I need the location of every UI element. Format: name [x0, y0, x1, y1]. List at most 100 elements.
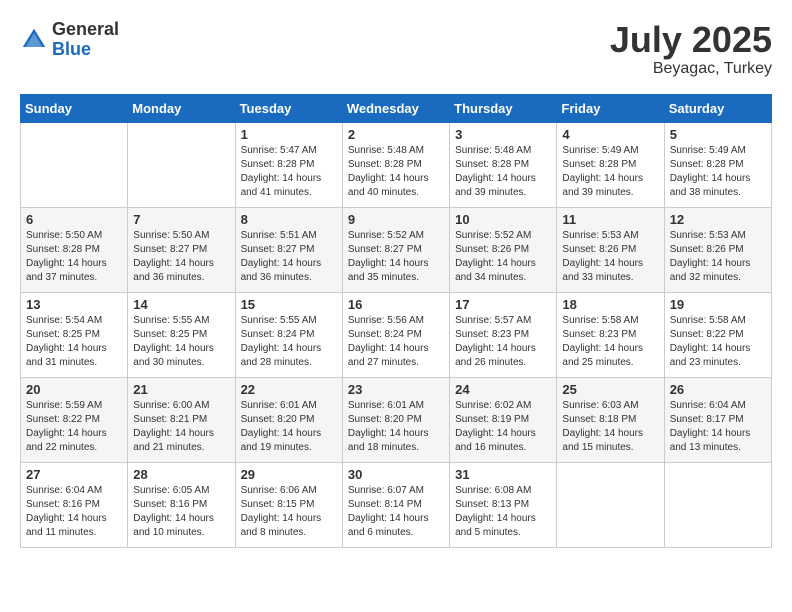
day-info: Sunrise: 6:04 AM Sunset: 8:17 PM Dayligh… — [670, 399, 766, 455]
weekday-header: Saturday — [664, 94, 771, 122]
weekday-header: Thursday — [450, 94, 557, 122]
day-number: 16 — [348, 297, 444, 312]
calendar-cell: 13 Sunrise: 5:54 AM Sunset: 8:25 PM Dayli… — [21, 292, 128, 377]
calendar-cell: 16Sunrise: 5:56 AM Sunset: 8:24 PM Dayli… — [342, 292, 449, 377]
day-number: 25 — [562, 382, 658, 397]
calendar-cell: 10 Sunrise: 5:52 AM Sunset: 8:26 PM Dayli… — [450, 207, 557, 292]
logo: General Blue — [20, 20, 119, 60]
weekday-header: Friday — [557, 94, 664, 122]
month-title: July 2025 — [610, 20, 772, 60]
calendar-cell: 7Sunrise: 5:50 AM Sunset: 8:27 PM Daylig… — [128, 207, 235, 292]
weekday-header: Tuesday — [235, 94, 342, 122]
day-info: Sunrise: 6:05 AM Sunset: 8:16 PM Dayligh… — [133, 484, 229, 540]
day-info: Sunrise: 5:49 AM Sunset: 8:28 PM Dayligh… — [670, 144, 766, 200]
calendar-cell: 5 Sunrise: 5:49 AM Sunset: 8:28 PM Daylig… — [664, 122, 771, 207]
page-header: General Blue July 2025 Beyagac, Turkey — [20, 20, 772, 78]
calendar-table: SundayMondayTuesdayWednesdayThursdayFrid… — [20, 94, 772, 548]
day-info: Sunrise: 6:02 AM Sunset: 8:19 PM Dayligh… — [455, 399, 551, 455]
day-number: 3 — [455, 127, 551, 142]
day-number: 21 — [133, 382, 229, 397]
day-info: Sunrise: 5:52 AM Sunset: 8:26 PM Dayligh… — [455, 229, 551, 285]
logo-blue: Blue — [52, 40, 119, 60]
calendar-cell: 9Sunrise: 5:52 AM Sunset: 8:27 PM Daylig… — [342, 207, 449, 292]
day-info: Sunrise: 5:53 AM Sunset: 8:26 PM Dayligh… — [562, 229, 658, 285]
calendar-cell: 12 Sunrise: 5:53 AM Sunset: 8:26 PM Dayli… — [664, 207, 771, 292]
calendar-cell: 1 Sunrise: 5:47 AM Sunset: 8:28 PM Daylig… — [235, 122, 342, 207]
calendar-week-row: 1 Sunrise: 5:47 AM Sunset: 8:28 PM Daylig… — [21, 122, 772, 207]
day-number: 4 — [562, 127, 658, 142]
day-info: Sunrise: 5:51 AM Sunset: 8:27 PM Dayligh… — [241, 229, 337, 285]
calendar-cell: 2 Sunrise: 5:48 AM Sunset: 8:28 PM Daylig… — [342, 122, 449, 207]
weekday-header: Wednesday — [342, 94, 449, 122]
day-info: Sunrise: 5:52 AM Sunset: 8:27 PM Dayligh… — [348, 229, 444, 285]
calendar-week-row: 20 Sunrise: 5:59 AM Sunset: 8:22 PM Dayli… — [21, 377, 772, 462]
day-number: 14 — [133, 297, 229, 312]
day-number: 27 — [26, 467, 122, 482]
calendar-cell: 14Sunrise: 5:55 AM Sunset: 8:25 PM Dayli… — [128, 292, 235, 377]
day-number: 18 — [562, 297, 658, 312]
day-number: 10 — [455, 212, 551, 227]
calendar-cell: 18 Sunrise: 5:58 AM Sunset: 8:23 PM Dayli… — [557, 292, 664, 377]
day-info: Sunrise: 5:48 AM Sunset: 8:28 PM Dayligh… — [455, 144, 551, 200]
day-number: 8 — [241, 212, 337, 227]
day-info: Sunrise: 6:04 AM Sunset: 8:16 PM Dayligh… — [26, 484, 122, 540]
calendar-week-row: 13 Sunrise: 5:54 AM Sunset: 8:25 PM Dayli… — [21, 292, 772, 377]
day-number: 23 — [348, 382, 444, 397]
day-info: Sunrise: 6:01 AM Sunset: 8:20 PM Dayligh… — [348, 399, 444, 455]
day-number: 12 — [670, 212, 766, 227]
day-number: 1 — [241, 127, 337, 142]
day-info: Sunrise: 5:57 AM Sunset: 8:23 PM Dayligh… — [455, 314, 551, 370]
day-info: Sunrise: 5:48 AM Sunset: 8:28 PM Dayligh… — [348, 144, 444, 200]
logo-general: General — [52, 20, 119, 40]
calendar-cell: 29 Sunrise: 6:06 AM Sunset: 8:15 PM Dayli… — [235, 462, 342, 547]
calendar-cell: 24 Sunrise: 6:02 AM Sunset: 8:19 PM Dayli… — [450, 377, 557, 462]
calendar-cell: 19Sunrise: 5:58 AM Sunset: 8:22 PM Dayli… — [664, 292, 771, 377]
calendar-cell — [128, 122, 235, 207]
title-block: July 2025 Beyagac, Turkey — [610, 20, 772, 78]
day-number: 17 — [455, 297, 551, 312]
day-number: 31 — [455, 467, 551, 482]
day-info: Sunrise: 5:58 AM Sunset: 8:22 PM Dayligh… — [670, 314, 766, 370]
calendar-cell: 17 Sunrise: 5:57 AM Sunset: 8:23 PM Dayli… — [450, 292, 557, 377]
day-number: 5 — [670, 127, 766, 142]
calendar-cell: 31 Sunrise: 6:08 AM Sunset: 8:13 PM Dayli… — [450, 462, 557, 547]
calendar-cell — [557, 462, 664, 547]
day-number: 29 — [241, 467, 337, 482]
day-info: Sunrise: 5:59 AM Sunset: 8:22 PM Dayligh… — [26, 399, 122, 455]
day-info: Sunrise: 6:08 AM Sunset: 8:13 PM Dayligh… — [455, 484, 551, 540]
day-number: 24 — [455, 382, 551, 397]
calendar-cell — [664, 462, 771, 547]
day-number: 22 — [241, 382, 337, 397]
calendar-cell: 30Sunrise: 6:07 AM Sunset: 8:14 PM Dayli… — [342, 462, 449, 547]
calendar-cell: 4Sunrise: 5:49 AM Sunset: 8:28 PM Daylig… — [557, 122, 664, 207]
day-info: Sunrise: 5:58 AM Sunset: 8:23 PM Dayligh… — [562, 314, 658, 370]
day-info: Sunrise: 6:01 AM Sunset: 8:20 PM Dayligh… — [241, 399, 337, 455]
day-info: Sunrise: 5:54 AM Sunset: 8:25 PM Dayligh… — [26, 314, 122, 370]
day-info: Sunrise: 6:06 AM Sunset: 8:15 PM Dayligh… — [241, 484, 337, 540]
day-info: Sunrise: 5:55 AM Sunset: 8:24 PM Dayligh… — [241, 314, 337, 370]
logo-text: General Blue — [52, 20, 119, 60]
day-info: Sunrise: 6:00 AM Sunset: 8:21 PM Dayligh… — [133, 399, 229, 455]
day-number: 2 — [348, 127, 444, 142]
day-number: 28 — [133, 467, 229, 482]
calendar-header-row: SundayMondayTuesdayWednesdayThursdayFrid… — [21, 94, 772, 122]
calendar-cell: 23 Sunrise: 6:01 AM Sunset: 8:20 PM Dayli… — [342, 377, 449, 462]
calendar-cell: 26Sunrise: 6:04 AM Sunset: 8:17 PM Dayli… — [664, 377, 771, 462]
location-title: Beyagac, Turkey — [610, 60, 772, 78]
logo-icon — [20, 26, 48, 54]
calendar-cell: 3 Sunrise: 5:48 AM Sunset: 8:28 PM Daylig… — [450, 122, 557, 207]
day-info: Sunrise: 6:03 AM Sunset: 8:18 PM Dayligh… — [562, 399, 658, 455]
calendar-cell: 25 Sunrise: 6:03 AM Sunset: 8:18 PM Dayli… — [557, 377, 664, 462]
calendar-cell: 28 Sunrise: 6:05 AM Sunset: 8:16 PM Dayli… — [128, 462, 235, 547]
calendar-cell: 15Sunrise: 5:55 AM Sunset: 8:24 PM Dayli… — [235, 292, 342, 377]
calendar-cell: 8 Sunrise: 5:51 AM Sunset: 8:27 PM Daylig… — [235, 207, 342, 292]
calendar-week-row: 6Sunrise: 5:50 AM Sunset: 8:28 PM Daylig… — [21, 207, 772, 292]
day-info: Sunrise: 5:47 AM Sunset: 8:28 PM Dayligh… — [241, 144, 337, 200]
day-info: Sunrise: 6:07 AM Sunset: 8:14 PM Dayligh… — [348, 484, 444, 540]
weekday-header: Monday — [128, 94, 235, 122]
day-number: 13 — [26, 297, 122, 312]
day-info: Sunrise: 5:53 AM Sunset: 8:26 PM Dayligh… — [670, 229, 766, 285]
calendar-cell: 11Sunrise: 5:53 AM Sunset: 8:26 PM Dayli… — [557, 207, 664, 292]
day-number: 20 — [26, 382, 122, 397]
calendar-cell: 21 Sunrise: 6:00 AM Sunset: 8:21 PM Dayli… — [128, 377, 235, 462]
